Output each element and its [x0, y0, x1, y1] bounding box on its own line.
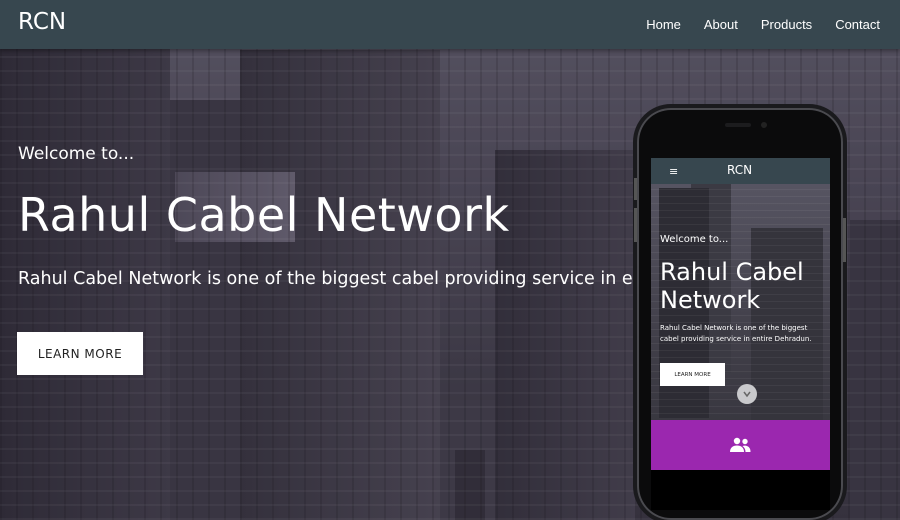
- phone-mockup: ≡ RCN Welcome to... Rahul Cabel Network …: [634, 108, 846, 520]
- nav-link-contact[interactable]: Contact: [835, 17, 880, 32]
- learn-more-button[interactable]: LEARN MORE: [17, 332, 143, 375]
- mobile-hero-description: Rahul Cabel Network is one of the bigges…: [660, 324, 812, 343]
- hamburger-menu-icon[interactable]: ≡: [669, 165, 678, 178]
- phone-screen: ≡ RCN Welcome to... Rahul Cabel Network …: [651, 158, 830, 470]
- mobile-hero-title: Rahul Cabel Network: [660, 258, 804, 314]
- chevron-down-icon[interactable]: [737, 384, 757, 404]
- mobile-hero-welcome: Welcome to...: [660, 234, 729, 245]
- phone-bezel-bottom: [651, 470, 830, 510]
- mobile-brand-logo[interactable]: RCN: [727, 163, 752, 177]
- nav-link-home[interactable]: Home: [646, 17, 681, 32]
- nav-links: Home About Products Contact: [623, 0, 880, 49]
- phone-side-button: [843, 218, 846, 262]
- mobile-feature-section: [651, 420, 830, 470]
- hero-welcome: Welcome to...: [18, 144, 135, 164]
- nav-link-about[interactable]: About: [704, 17, 738, 32]
- navbar: RCN Home About Products Contact: [0, 0, 900, 49]
- phone-side-button: [634, 178, 637, 200]
- brand-logo[interactable]: RCN: [18, 9, 66, 35]
- nav-link-products[interactable]: Products: [761, 17, 812, 32]
- mobile-navbar: ≡ RCN: [651, 158, 830, 184]
- phone-side-button: [634, 208, 637, 242]
- mobile-learn-more-button[interactable]: LEARN MORE: [660, 363, 725, 386]
- phone-camera: [761, 122, 767, 128]
- hero-title: Rahul Cabel Network: [18, 188, 510, 242]
- people-icon: [730, 437, 751, 452]
- phone-speaker: [725, 123, 751, 127]
